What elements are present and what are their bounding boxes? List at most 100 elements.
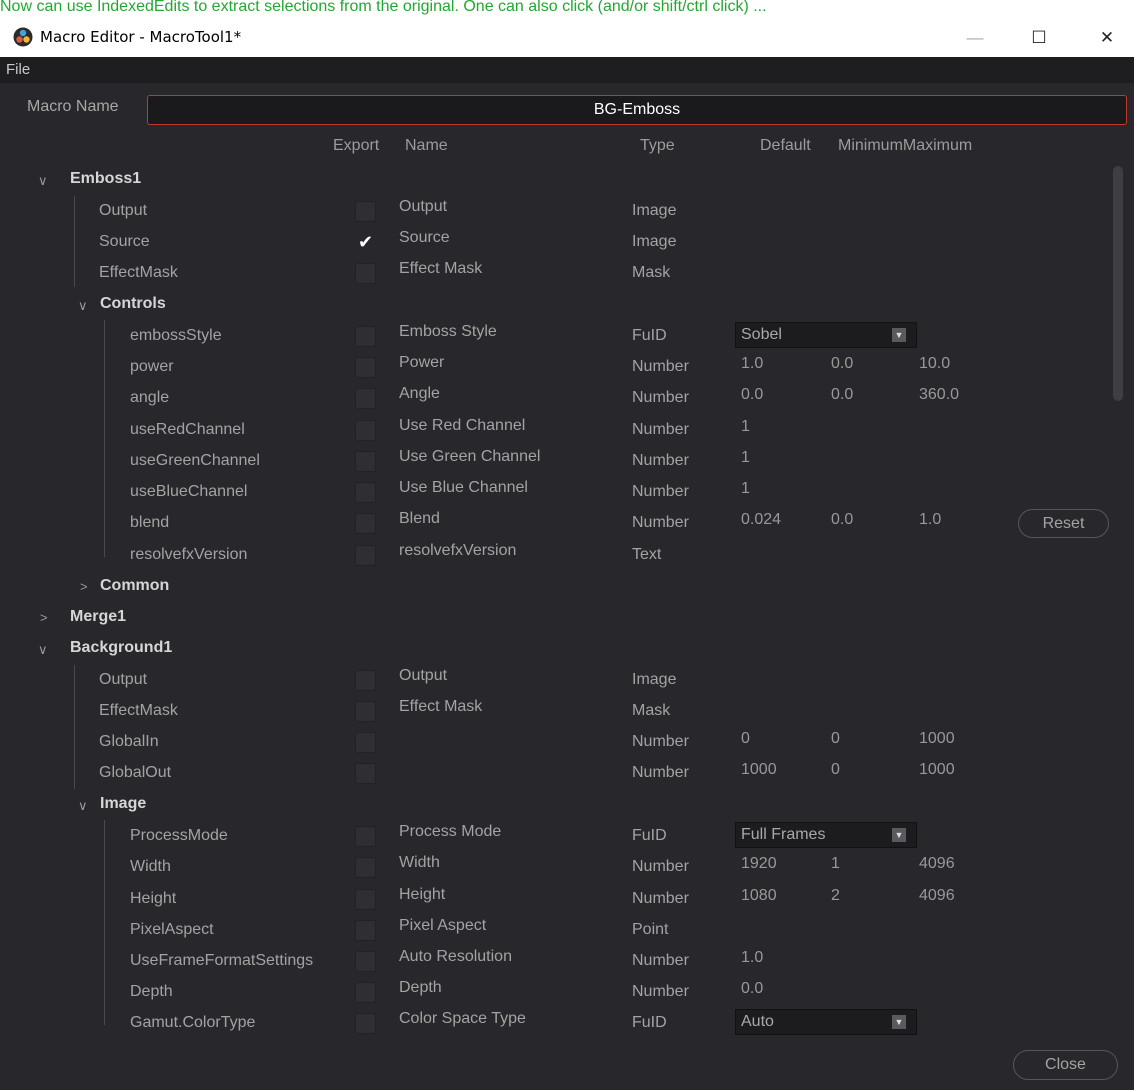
chevron-down-icon: ∨: [78, 798, 88, 813]
group-image[interactable]: ∨ Image: [0, 790, 1110, 821]
maximize-button[interactable]: ☐: [1016, 18, 1062, 57]
param-maximum[interactable]: 10.0: [919, 355, 950, 373]
group-merge1[interactable]: > Merge1: [0, 603, 1110, 634]
param-default[interactable]: 0.0: [741, 386, 763, 404]
param-maximum[interactable]: 1.0: [919, 511, 941, 529]
param-default[interactable]: 0: [741, 730, 750, 748]
param-default[interactable]: 0.0: [741, 980, 763, 998]
export-checkbox[interactable]: [355, 763, 376, 784]
param-row: Height Height Number 1080 2 4096: [0, 884, 1110, 915]
dropdown-value: Sobel: [741, 326, 782, 343]
group-label: Background1: [70, 639, 173, 656]
param-default[interactable]: 0.024: [741, 511, 781, 529]
export-checkbox[interactable]: [355, 701, 376, 722]
param-name: Use Blue Channel: [399, 479, 528, 496]
param-id: resolvefxVersion: [130, 546, 248, 563]
param-name: Depth: [399, 979, 442, 996]
param-minimum[interactable]: 1: [831, 855, 840, 873]
triangle-down-icon: ▼: [892, 1015, 906, 1029]
export-checkbox[interactable]: [355, 482, 376, 503]
menu-bar: File: [0, 57, 1134, 83]
param-minimum[interactable]: 0.0: [831, 355, 853, 373]
checkmark-icon: ✔: [357, 232, 374, 252]
param-id: useBlueChannel: [130, 483, 248, 500]
param-id: EffectMask: [99, 264, 178, 281]
minimize-button[interactable]: —: [952, 18, 998, 57]
chevron-down-icon: ∨: [78, 298, 88, 313]
macro-name-input[interactable]: BG-Emboss: [147, 95, 1127, 125]
param-default[interactable]: 1.0: [741, 949, 763, 967]
param-default[interactable]: 1: [741, 418, 750, 436]
param-id: Depth: [130, 983, 173, 1000]
export-checkbox[interactable]: [355, 513, 376, 534]
reset-button[interactable]: Reset: [1018, 509, 1109, 538]
export-checkbox[interactable]: [355, 451, 376, 472]
dropdown-value: Auto: [741, 1013, 774, 1030]
export-checkbox[interactable]: [355, 826, 376, 847]
param-minimum[interactable]: 0.0: [831, 386, 853, 404]
param-default[interactable]: 1080: [741, 887, 777, 905]
param-name: Output: [399, 198, 448, 215]
group-common[interactable]: > Common: [0, 572, 1110, 603]
param-row: Output Output Image: [0, 196, 1110, 227]
export-checkbox-checked[interactable]: ✔: [355, 232, 376, 253]
param-default[interactable]: 1000: [741, 761, 777, 779]
export-checkbox[interactable]: [355, 670, 376, 691]
export-checkbox[interactable]: [355, 982, 376, 1003]
param-minimum[interactable]: 0.0: [831, 511, 853, 529]
export-checkbox[interactable]: [355, 545, 376, 566]
param-id: embossStyle: [130, 327, 222, 344]
close-window-button[interactable]: ✕: [1084, 18, 1130, 57]
column-minmax: MinimumMaximum: [838, 137, 973, 154]
param-default[interactable]: 1: [741, 480, 750, 498]
export-checkbox[interactable]: [355, 732, 376, 753]
export-checkbox[interactable]: [355, 951, 376, 972]
export-checkbox[interactable]: [355, 263, 376, 284]
param-row: useGreenChannel Use Green Channel Number…: [0, 446, 1110, 477]
menu-file[interactable]: File: [6, 61, 30, 78]
chevron-down-icon: ∨: [38, 642, 48, 657]
scrollbar-thumb[interactable]: [1113, 166, 1123, 401]
export-checkbox[interactable]: [355, 889, 376, 910]
color-space-type-dropdown[interactable]: Auto ▼: [735, 1009, 917, 1035]
export-checkbox[interactable]: [355, 201, 376, 222]
export-checkbox[interactable]: [355, 420, 376, 441]
export-checkbox[interactable]: [355, 1013, 376, 1034]
param-maximum[interactable]: 1000: [919, 730, 955, 748]
group-emboss1[interactable]: ∨ Emboss1: [0, 165, 1110, 196]
param-id: EffectMask: [99, 702, 178, 719]
param-maximum[interactable]: 1000: [919, 761, 955, 779]
param-row: ProcessMode Process Mode FuID Full Frame…: [0, 821, 1110, 852]
param-id: Width: [130, 858, 171, 875]
export-checkbox[interactable]: [355, 326, 376, 347]
param-id: useRedChannel: [130, 421, 245, 438]
export-checkbox[interactable]: [355, 857, 376, 878]
param-type: FuID: [632, 827, 667, 844]
param-default[interactable]: 1.0: [741, 355, 763, 373]
param-default[interactable]: 1920: [741, 855, 777, 873]
param-type: Text: [632, 546, 662, 563]
group-label: Controls: [100, 295, 166, 312]
param-id: Gamut.ColorType: [130, 1014, 256, 1031]
param-maximum[interactable]: 4096: [919, 887, 955, 905]
param-default[interactable]: 1: [741, 449, 750, 467]
param-name: Use Red Channel: [399, 417, 526, 434]
close-button[interactable]: Close: [1013, 1050, 1118, 1080]
param-maximum[interactable]: 360.0: [919, 386, 959, 404]
param-type: Mask: [632, 702, 671, 719]
param-minimum[interactable]: 0: [831, 761, 840, 779]
process-mode-dropdown[interactable]: Full Frames ▼: [735, 822, 917, 848]
top-note-text: Now can use IndexedEdits to extract sele…: [0, 0, 1134, 18]
param-row: GlobalIn Number 0 0 1000: [0, 727, 1110, 758]
param-type: Image: [632, 671, 677, 688]
param-maximum[interactable]: 4096: [919, 855, 955, 873]
export-checkbox[interactable]: [355, 388, 376, 409]
group-controls[interactable]: ∨ Controls: [0, 290, 1110, 321]
param-id: Output: [99, 202, 148, 219]
export-checkbox[interactable]: [355, 357, 376, 378]
export-checkbox[interactable]: [355, 920, 376, 941]
emboss-style-dropdown[interactable]: Sobel ▼: [735, 322, 917, 348]
group-background1[interactable]: ∨ Background1: [0, 634, 1110, 665]
param-minimum[interactable]: 2: [831, 887, 840, 905]
param-minimum[interactable]: 0: [831, 730, 840, 748]
